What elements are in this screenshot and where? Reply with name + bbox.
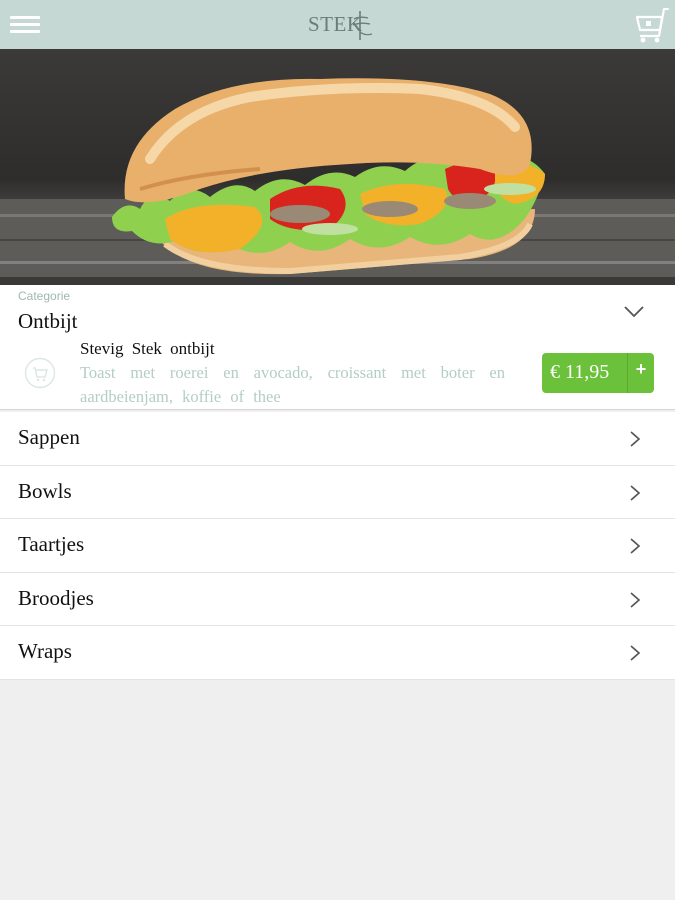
chevron-right-icon [630, 431, 641, 447]
category-item-label: Taartjes [18, 532, 85, 557]
hamburger-menu-icon[interactable] [10, 14, 40, 36]
cart-circle-icon [24, 357, 56, 389]
category-list: Sappen Bowls Taartjes Broodjes Wraps [0, 412, 675, 680]
chevron-right-icon [630, 538, 641, 554]
shopping-cart-icon[interactable] [633, 6, 671, 44]
top-bar: STEK [0, 0, 675, 49]
chevron-down-icon[interactable] [623, 305, 645, 319]
category-item-broodjes[interactable]: Broodjes [0, 572, 675, 627]
add-to-cart-button[interactable]: € 11,95 + [542, 353, 654, 393]
category-item-label: Bowls [18, 478, 72, 503]
product-price: € 11,95 [550, 361, 610, 383]
category-panel: Categorie Ontbijt Stevig Stek ontbijt To… [0, 285, 675, 410]
category-item-label: Wraps [18, 639, 72, 664]
chevron-right-icon [630, 484, 641, 501]
category-item-taartjes[interactable]: Taartjes [0, 519, 675, 573]
price-divider [627, 353, 628, 393]
plus-icon: + [635, 359, 647, 379]
product-name: Stevig Stek ontbijt [80, 339, 215, 358]
category-item-label: Sappen [18, 425, 80, 449]
category-caption: Categorie [18, 289, 71, 303]
product-item[interactable]: Stevig Stek ontbijt Toast met roerei en … [0, 337, 675, 407]
hero-sandwich-image [0, 49, 675, 285]
chevron-right-icon [630, 645, 641, 661]
category-item-wraps[interactable]: Wraps [0, 626, 675, 680]
category-select-value[interactable]: Ontbijt [18, 309, 78, 334]
logo-mark-icon [352, 11, 373, 40]
chevron-right-icon [630, 592, 641, 608]
logo: STEK [306, 10, 373, 40]
product-description: Toast met roerei en avocado, croissant m… [80, 363, 505, 406]
category-item-label: Broodjes [18, 585, 94, 610]
category-item-sappen[interactable]: Sappen [0, 412, 675, 466]
category-item-bowls[interactable]: Bowls [0, 465, 675, 520]
